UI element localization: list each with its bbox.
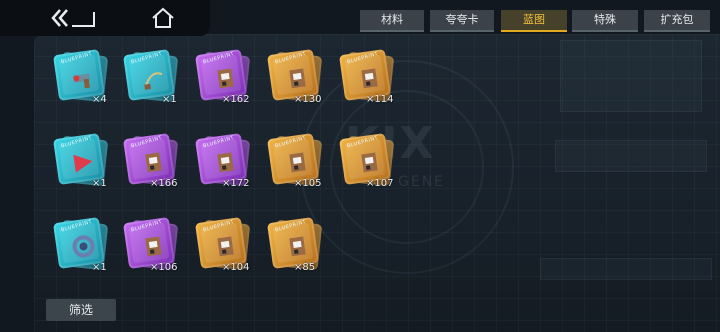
- item-count: ×130: [294, 94, 322, 105]
- blueprint-item[interactable]: BLUEPRINT ×106: [120, 217, 200, 278]
- top-nav: [0, 0, 210, 36]
- background-block: [560, 40, 702, 112]
- tab-materials[interactable]: 材料: [360, 10, 424, 32]
- key-blueprint-icon: [145, 236, 162, 257]
- item-count: ×104: [222, 262, 250, 273]
- blueprint-item[interactable]: BLUEPRINT ×1: [120, 49, 200, 110]
- blueprint-item[interactable]: BLUEPRINT ×166: [120, 133, 200, 194]
- blueprint-item[interactable]: BLUEPRINT ×172: [192, 133, 272, 194]
- home-button[interactable]: [150, 6, 176, 30]
- background-block: [540, 258, 712, 280]
- item-count: ×1: [92, 178, 107, 189]
- item-count: ×1: [92, 262, 107, 273]
- flag-blueprint-icon: [73, 154, 93, 173]
- blueprint-item[interactable]: BLUEPRINT ×4: [50, 49, 130, 110]
- item-count: ×1: [162, 94, 177, 105]
- item-count: ×114: [366, 94, 394, 105]
- filter-button[interactable]: 筛选: [46, 299, 116, 321]
- item-count: ×105: [294, 178, 322, 189]
- item-count: ×4: [92, 94, 107, 105]
- key-blueprint-icon: [289, 236, 306, 257]
- key-blueprint-icon: [289, 68, 306, 89]
- blueprint-item[interactable]: BLUEPRINT ×105: [264, 133, 344, 194]
- blueprint-item[interactable]: BLUEPRINT ×162: [192, 49, 272, 110]
- blueprint-item[interactable]: BLUEPRINT ×104: [192, 217, 272, 278]
- item-count: ×85: [294, 262, 316, 273]
- blueprint-item[interactable]: BLUEPRINT ×85: [264, 217, 344, 278]
- item-count: ×107: [366, 178, 394, 189]
- blueprint-item[interactable]: BLUEPRINT ×107: [336, 133, 416, 194]
- home-icon: [152, 7, 174, 28]
- back-button[interactable]: [50, 6, 100, 30]
- whip-blueprint-icon: [144, 72, 163, 90]
- tab-blueprints[interactable]: 蓝图: [501, 10, 567, 32]
- item-count: ×172: [222, 178, 250, 189]
- key-blueprint-icon: [361, 68, 378, 89]
- key-blueprint-icon: [217, 68, 234, 89]
- item-count: ×166: [150, 178, 178, 189]
- ring-blueprint-icon: [72, 235, 95, 258]
- key-blueprint-icon: [361, 152, 378, 173]
- tab-expansion-pack[interactable]: 扩充包: [644, 10, 710, 32]
- key-blueprint-icon: [145, 152, 162, 173]
- back-arrow-icon: [51, 9, 95, 27]
- blueprint-item[interactable]: BLUEPRINT ×1: [50, 217, 130, 278]
- key-blueprint-icon: [217, 152, 234, 173]
- blueprint-item[interactable]: BLUEPRINT ×114: [336, 49, 416, 110]
- key-blueprint-icon: [289, 152, 306, 173]
- gun-blueprint-icon: [73, 73, 90, 89]
- key-blueprint-icon: [217, 236, 234, 257]
- tab-praise-cards[interactable]: 夸夸卡: [430, 10, 494, 32]
- item-count: ×162: [222, 94, 250, 105]
- blueprint-item[interactable]: BLUEPRINT ×1: [50, 133, 130, 194]
- background-block: [555, 140, 707, 172]
- tab-special[interactable]: 特殊: [572, 10, 638, 32]
- blueprint-item[interactable]: BLUEPRINT ×130: [264, 49, 344, 110]
- item-count: ×106: [150, 262, 178, 273]
